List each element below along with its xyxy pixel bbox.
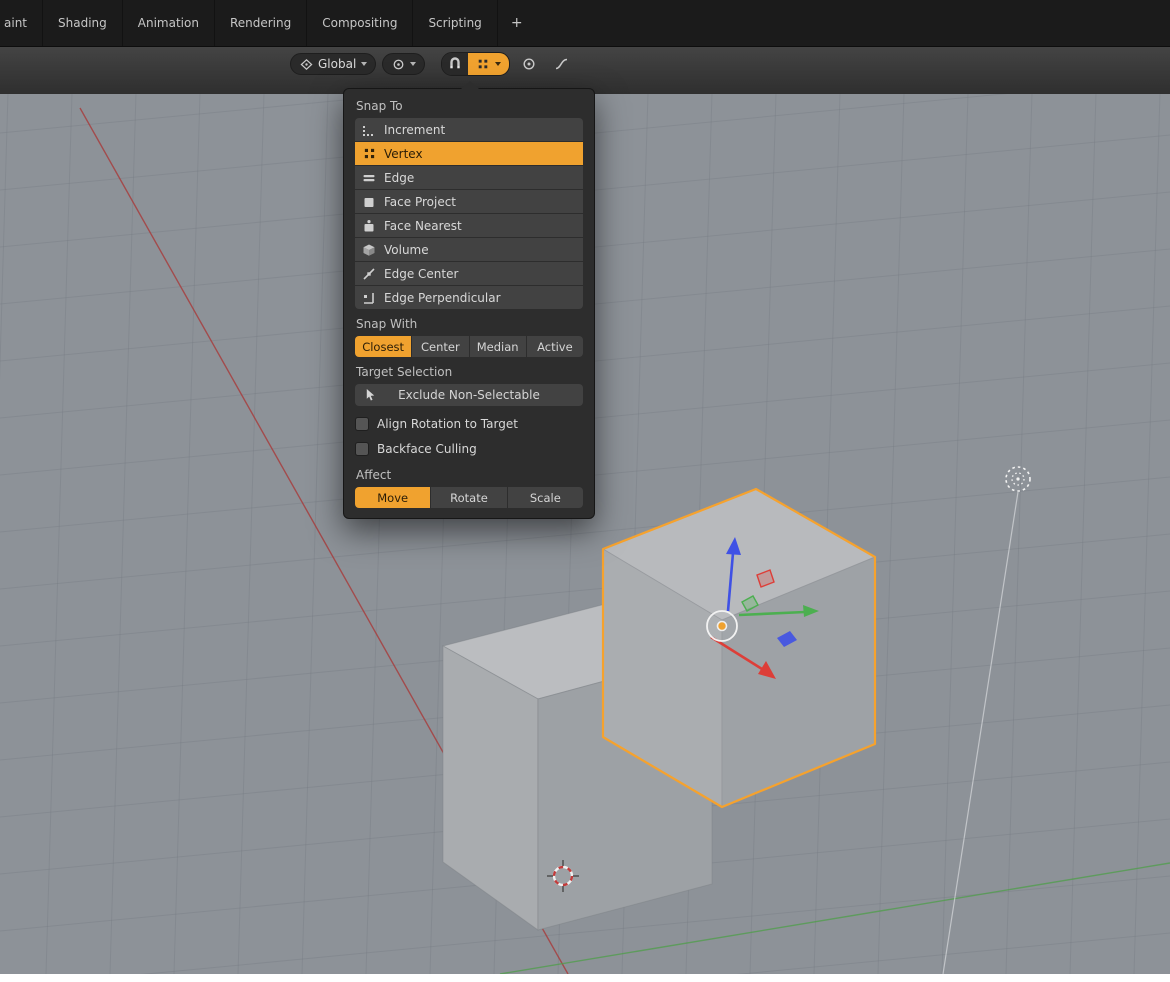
snap-item-edge-perpendicular[interactable]: Edge Perpendicular — [355, 286, 583, 309]
snap-item-edge-center[interactable]: Edge Center — [355, 262, 583, 286]
snap-item-vertex[interactable]: Vertex — [355, 142, 583, 166]
snap-item-face-project[interactable]: Face Project — [355, 190, 583, 214]
target-selection-label: Target Selection — [356, 365, 453, 379]
chevron-down-icon — [361, 62, 368, 66]
snap-with-segmented: Closest Center Median Active — [355, 336, 583, 357]
snap-toggle-button[interactable] — [442, 53, 469, 75]
snap-to-list: Increment Vertex Edge Face Project Face … — [355, 118, 583, 309]
chevron-down-icon — [495, 62, 502, 66]
vertex-icon — [362, 147, 376, 161]
snap-control-cluster — [441, 52, 511, 76]
snap-item-edge[interactable]: Edge — [355, 166, 583, 190]
backface-culling-row: Backface Culling — [355, 437, 583, 460]
volume-icon — [362, 243, 376, 257]
viewport-header-controls: Global — [290, 51, 574, 77]
workspace-tab-shading[interactable]: Shading — [43, 0, 123, 46]
workspace-tab-compositing[interactable]: Compositing — [307, 0, 414, 46]
workspace-tab-animation[interactable]: Animation — [123, 0, 215, 46]
edge-icon — [362, 171, 376, 185]
snap-to-label: Snap To — [356, 99, 403, 113]
proportional-falloff-dropdown[interactable] — [548, 53, 574, 75]
affect-scale[interactable]: Scale — [507, 487, 583, 508]
affect-label: Affect — [356, 468, 392, 482]
affect-segmented: Move Rotate Scale — [355, 487, 583, 508]
edge-perpendicular-icon — [362, 291, 376, 305]
popup-arrow — [461, 81, 479, 89]
chevron-down-icon — [410, 62, 417, 66]
viewport-header: Global — [0, 46, 1170, 94]
pivot-point-icon — [391, 57, 405, 71]
snap-with-median[interactable]: Median — [469, 336, 527, 357]
topbar: aint Shading Animation Rendering Composi… — [0, 0, 1170, 46]
snap-with-closest[interactable]: Closest — [355, 336, 413, 357]
align-rotation-checkbox[interactable] — [355, 416, 369, 431]
light-object[interactable] — [1005, 466, 1031, 492]
snap-settings-popup: Snap To Increment Vertex Edge Face Proje… — [343, 81, 595, 519]
edge-center-icon — [362, 267, 376, 281]
cube-selected[interactable] — [601, 487, 877, 809]
pivot-point-dropdown[interactable] — [382, 53, 426, 75]
snap-item-volume[interactable]: Volume — [355, 238, 583, 262]
exclude-non-selectable-button[interactable]: Exclude Non-Selectable — [355, 384, 583, 406]
vertex-snap-icon — [476, 57, 490, 71]
align-rotation-row: Align Rotation to Target — [355, 412, 583, 435]
cursor-arrow-icon — [364, 388, 377, 405]
snap-with-active[interactable]: Active — [526, 336, 583, 357]
add-workspace-button[interactable]: + — [498, 0, 536, 46]
workspace-tab-scripting[interactable]: Scripting — [413, 0, 498, 46]
affect-move[interactable]: Move — [355, 487, 432, 508]
snap-with-label: Snap With — [356, 317, 418, 331]
orientation-value: Global — [318, 57, 357, 71]
increment-icon — [362, 123, 376, 137]
snap-item-increment[interactable]: Increment — [355, 118, 583, 142]
magnet-icon — [448, 57, 462, 71]
snap-settings-dropdown[interactable] — [468, 53, 510, 75]
backface-culling-checkbox[interactable] — [355, 441, 369, 456]
workspace-tab-paint[interactable]: aint — [0, 0, 43, 46]
transform-orientation-dropdown[interactable]: Global — [290, 53, 377, 75]
face-project-icon — [362, 195, 376, 209]
orientation-icon — [299, 57, 313, 71]
object-origin-dot — [716, 620, 728, 632]
face-nearest-icon — [362, 219, 376, 233]
snap-item-face-nearest[interactable]: Face Nearest — [355, 214, 583, 238]
affect-rotate[interactable]: Rotate — [431, 487, 508, 508]
proportional-editing-button[interactable] — [516, 53, 542, 75]
snap-with-center[interactable]: Center — [412, 336, 470, 357]
bottom-margin — [0, 974, 1170, 982]
workspace-tab-rendering[interactable]: Rendering — [215, 0, 308, 46]
